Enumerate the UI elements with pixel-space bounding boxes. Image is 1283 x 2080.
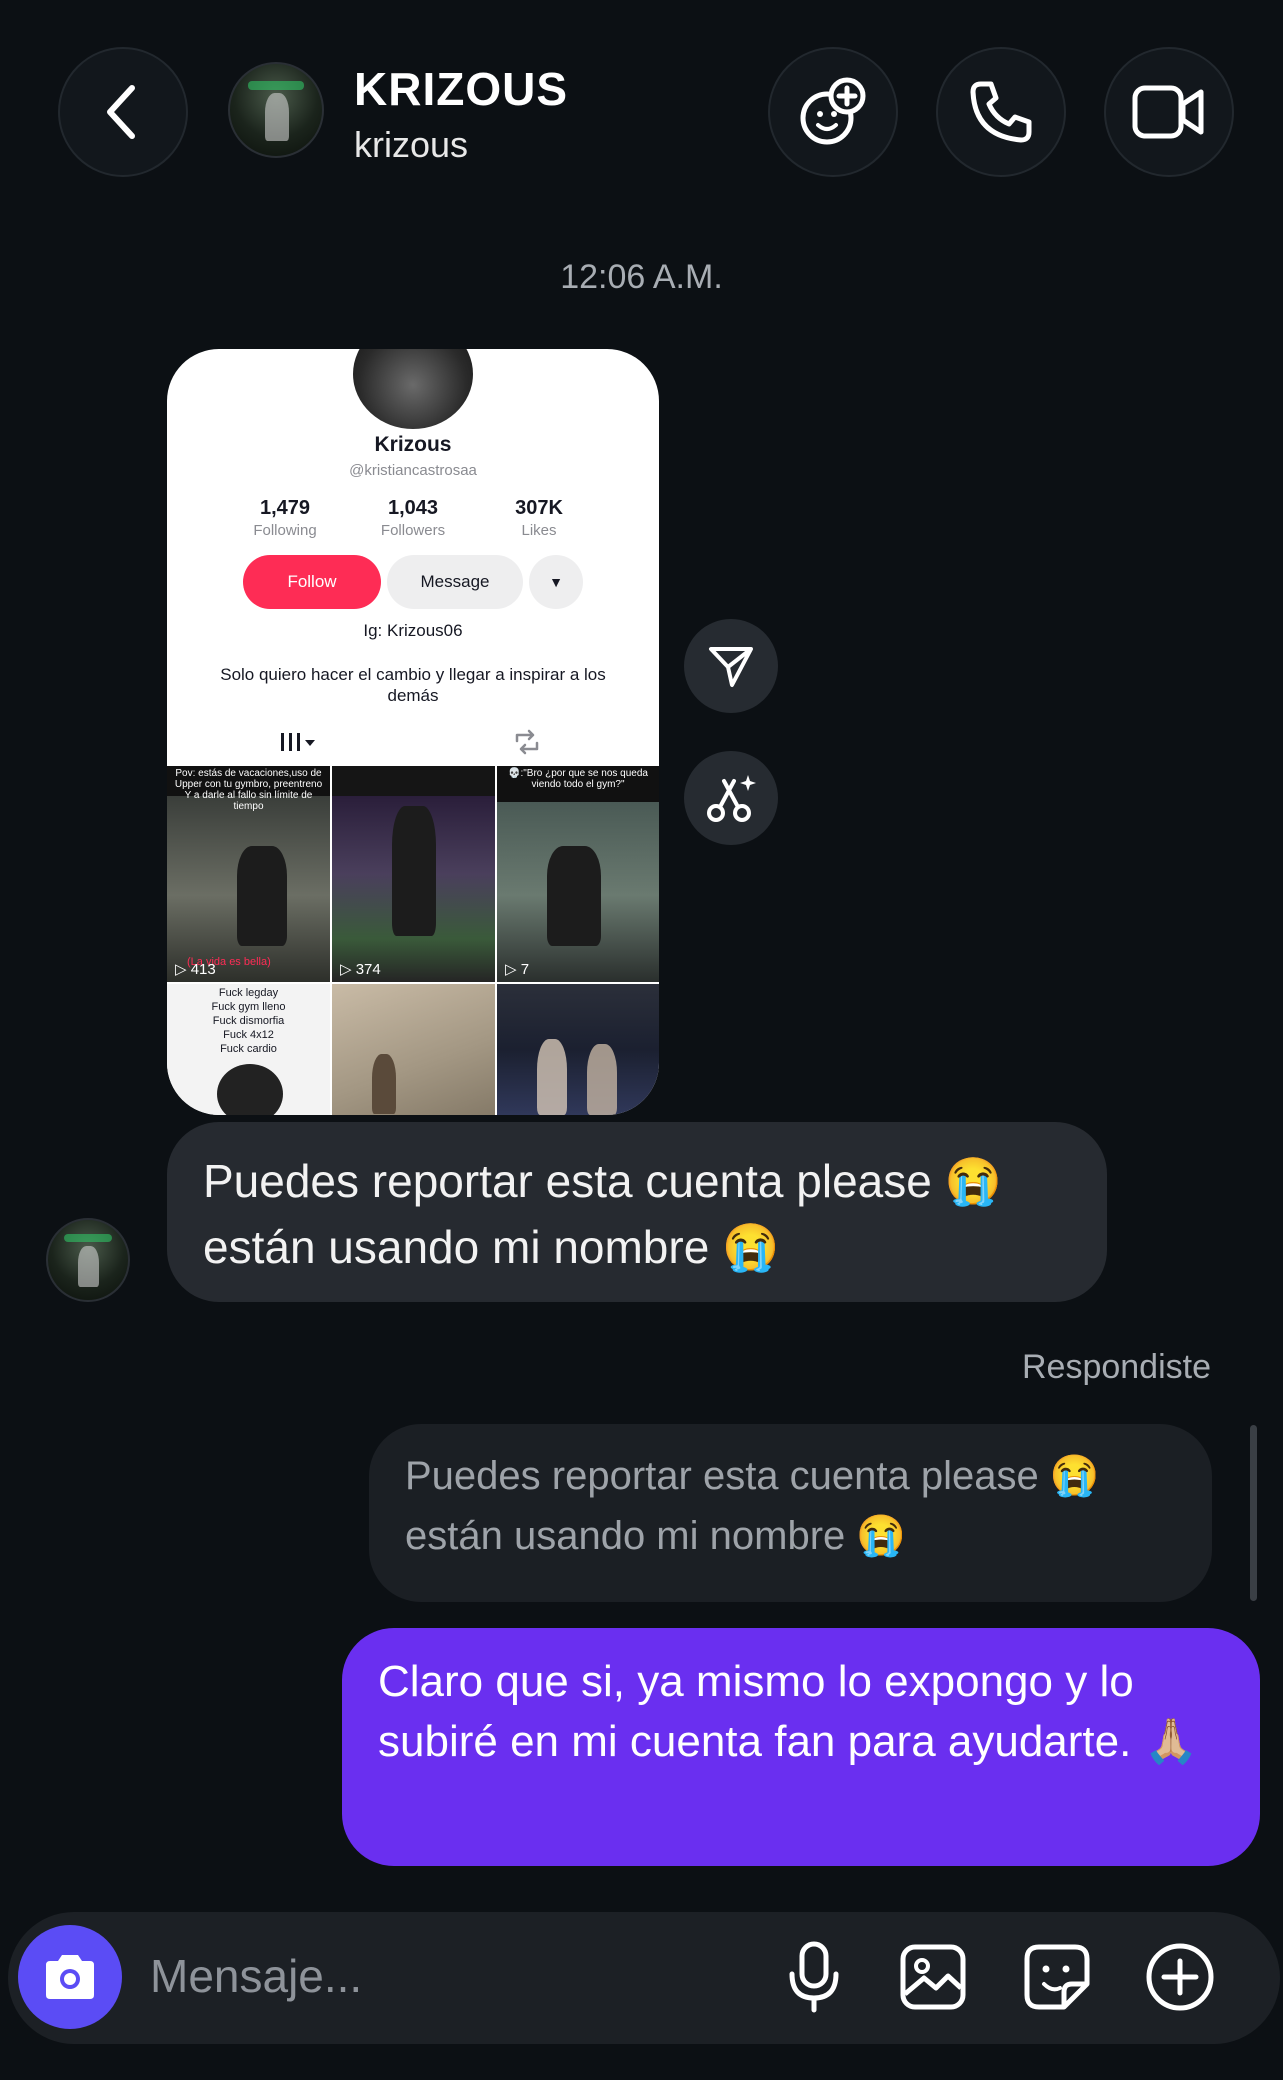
contact-avatar[interactable] [228, 62, 324, 158]
quoted-message[interactable]: Puedes reportar esta cuenta please 😭 est… [369, 1424, 1212, 1602]
contact-username[interactable]: krizous [354, 124, 468, 166]
shared-profile-card[interactable]: Krizous @kristiancastrosaa 1,479 Followin… [167, 349, 659, 1115]
audio-call-button[interactable] [936, 47, 1066, 177]
play-icon: ▷ [340, 961, 356, 978]
back-button[interactable] [58, 47, 188, 177]
outgoing-message[interactable]: Claro que si, ya mismo lo expongo y lo s… [342, 1628, 1260, 1866]
shared-profile-photo [353, 349, 473, 429]
gallery-icon [900, 1944, 966, 2010]
sender-avatar[interactable] [46, 1218, 130, 1302]
voice-message-button[interactable] [774, 1937, 854, 2017]
follow-button: Follow [243, 555, 381, 609]
microphone-icon [789, 1941, 839, 2013]
camera-button[interactable] [18, 1925, 122, 2029]
video-grid: Pov: estás de vacaciones,uso de Upper co… [167, 766, 659, 1115]
repost-tab-icon [515, 729, 539, 755]
sticker-button[interactable] [1017, 1937, 1097, 2017]
video-tile: 💀:"Bro ¿por que se nos queda viendo todo… [497, 766, 659, 982]
sticker-icon [1024, 1944, 1090, 2010]
more-options-button[interactable] [1140, 1937, 1220, 2017]
send-icon [709, 647, 753, 687]
play-icon: ▷ [505, 961, 521, 978]
stat-likes: 307K Likes [515, 497, 563, 539]
profile-tabs [167, 721, 659, 761]
grid-tab-icon [281, 733, 315, 751]
stat-following: 1,479 Following [253, 497, 317, 539]
video-tile: Fuck legday Fuck gym lleno Fuck dismorfi… [167, 984, 330, 1115]
message-button: Message [387, 555, 523, 609]
video-icon [1132, 85, 1204, 139]
phone-icon [970, 81, 1032, 143]
scissors-sparkle-icon [707, 775, 756, 822]
camera-icon [46, 1955, 94, 1999]
dropdown-icon: ▼ [529, 555, 583, 609]
incoming-message[interactable]: Puedes reportar esta cuenta please 😭 est… [167, 1122, 1107, 1302]
replied-label: Respondiste [1021, 1348, 1211, 1386]
effects-icon [800, 77, 866, 145]
contact-name[interactable]: KRIZOUS [354, 62, 568, 116]
scrollbar[interactable] [1250, 1425, 1257, 1601]
video-tile [497, 984, 659, 1115]
effects-button[interactable] [768, 47, 898, 177]
play-icon: ▷ [175, 961, 191, 978]
video-tile [332, 984, 495, 1115]
shared-profile-handle: @kristiancastrosaa [349, 462, 477, 479]
video-tile: Pov: estás de vacaciones,uso de Upper co… [167, 766, 330, 982]
plus-icon [1146, 1943, 1214, 2011]
gallery-button[interactable] [893, 1937, 973, 2017]
shared-profile-name: Krizous [374, 433, 452, 456]
message-timestamp: 12:06 A.M. [560, 258, 723, 296]
message-input[interactable] [150, 1946, 710, 2006]
video-tile: ▷ 374 [332, 766, 495, 982]
profile-bio: Solo quiero hacer el cambio y llegar a i… [220, 665, 606, 705]
remix-button[interactable] [684, 751, 778, 845]
share-button[interactable] [684, 619, 778, 713]
profile-ig-line: Ig: Krizous06 [363, 621, 463, 640]
video-call-button[interactable] [1104, 47, 1234, 177]
stat-followers: 1,043 Followers [380, 497, 446, 539]
back-icon [107, 85, 135, 139]
